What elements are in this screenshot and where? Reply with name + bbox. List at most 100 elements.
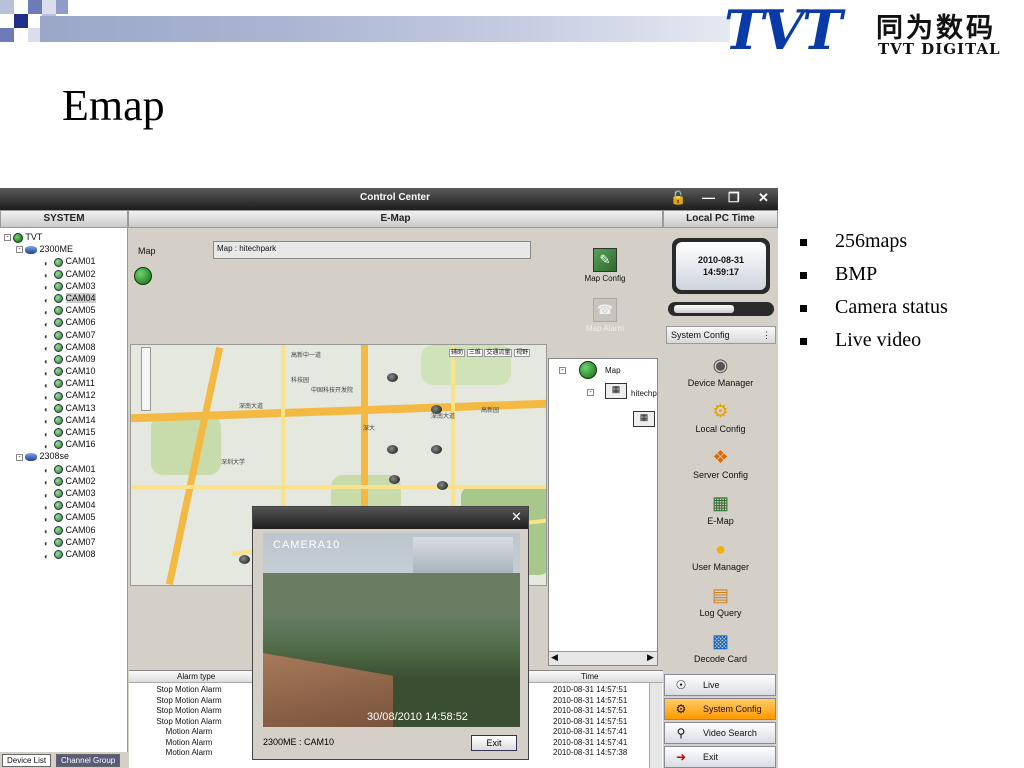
tree-camera[interactable]: ◐ CAM07 [4, 536, 126, 549]
tab-device-list[interactable]: Device List [2, 754, 52, 767]
tree-camera[interactable]: ◐ CAM16 [4, 438, 126, 451]
map-camera-icon[interactable] [431, 405, 442, 414]
alarm-col-time[interactable]: Time [581, 671, 598, 682]
tree-camera[interactable]: ◐ CAM13 [4, 402, 126, 415]
map-camera-icon[interactable] [431, 445, 442, 454]
tree-camera[interactable]: ◐ CAM08 [4, 548, 126, 561]
camera-status-icon: ◐ [44, 271, 49, 281]
expand-icon[interactable]: - [559, 367, 566, 374]
tree-camera[interactable]: ◐ CAM05 [4, 304, 126, 317]
map-tool-button[interactable]: 辅助 [449, 349, 466, 357]
tree-camera[interactable]: ◐ CAM03 [4, 487, 126, 500]
map-config-icon: ✎ [593, 248, 617, 272]
camera-status-icon: ◐ [44, 527, 49, 537]
tree-camera[interactable]: ◐ CAM15 [4, 426, 126, 439]
tree-camera[interactable]: ◐ CAM12 [4, 389, 126, 403]
menu-user-manager[interactable]: ● User Manager [663, 538, 778, 572]
nav-live-button[interactable]: ☉ Live [664, 674, 776, 696]
tree-device[interactable]: - 2300ME [4, 243, 126, 255]
map-camera-icon[interactable] [389, 475, 400, 484]
camera-online-icon [54, 489, 63, 499]
camera-online-icon [54, 330, 63, 340]
tree-camera[interactable]: ◐ CAM01 [4, 255, 126, 268]
camera-online-icon [54, 318, 63, 328]
minimize-icon[interactable]: — [702, 190, 715, 205]
left-panel-tabs: Device List Channel Group [0, 754, 128, 768]
tree-camera[interactable]: ◐ CAM03 [4, 280, 126, 293]
logo-subtitle: TVT DIGITAL [878, 40, 1001, 58]
map-camera-icon[interactable] [387, 373, 398, 382]
restore-icon[interactable]: ❐ [728, 190, 740, 206]
map-alarm-button[interactable]: ☎ Map Alarm [580, 298, 630, 333]
tree-device[interactable]: - 2308se [4, 450, 126, 462]
tree-root[interactable]: - TVT [4, 231, 126, 243]
nav-video-search-button[interactable]: ⚲ Video Search [664, 722, 776, 744]
map-tool-button[interactable]: 视野 [514, 349, 531, 357]
tree-camera[interactable]: ◐ CAM04 [4, 499, 126, 512]
tree-camera[interactable]: ◐ CAM01 [4, 463, 126, 476]
camera-status-icon: ◐ [44, 307, 49, 317]
camera-online-icon [54, 306, 63, 316]
lock-icon[interactable]: 🔓 [670, 190, 686, 206]
map-camera-icon[interactable] [387, 445, 398, 454]
map-globe-icon[interactable] [134, 267, 152, 285]
tree-camera[interactable]: ◐ CAM09 [4, 353, 126, 366]
camera-online-icon [54, 464, 63, 474]
video-timestamp-overlay: 30/08/2010 14:58:52 [367, 711, 468, 723]
map-tool-button[interactable]: 交通流量 [484, 349, 513, 357]
tree-camera[interactable]: ◐ CAM02 [4, 475, 126, 488]
map-tree-child[interactable]: hitechp [631, 389, 657, 398]
tree-camera[interactable]: ◐ CAM02 [4, 268, 126, 281]
menu-device-manager[interactable]: ◉ Device Manager [663, 354, 778, 388]
nav-exit-button[interactable]: ➜ Exit [664, 746, 776, 768]
camera-online-icon [54, 391, 63, 401]
video-feed[interactable]: CAMERA10 30/08/2010 14:58:52 [263, 533, 520, 727]
map-name-field[interactable]: Map : hitechpark [213, 241, 531, 259]
tree-camera[interactable]: ◐ CAM07 [4, 329, 126, 342]
close-icon[interactable]: ✕ [511, 509, 522, 525]
camera-online-icon [54, 342, 63, 352]
vertical-scrollbar[interactable] [649, 683, 662, 768]
tree-camera[interactable]: ◐ CAM04 [4, 292, 126, 305]
slide-title: Emap [62, 81, 165, 130]
map-street-label: 深南大道 [239, 404, 264, 410]
tree-camera[interactable]: ◐ CAM08 [4, 341, 126, 354]
tree-camera[interactable]: ◐ CAM10 [4, 365, 126, 378]
camera-status-icon: ◐ [44, 478, 49, 488]
exit-button[interactable]: Exit [471, 735, 517, 751]
camera-online-icon [54, 440, 63, 450]
expand-icon[interactable]: - [587, 389, 594, 396]
menu-server-config[interactable]: ❖ Server Config [663, 446, 778, 480]
menu-local-config[interactable]: ⚙ Local Config [663, 400, 778, 434]
decode-card-icon: ▩ [711, 631, 729, 651]
tree-camera[interactable]: ◐ CAM11 [4, 377, 126, 390]
alarm-col-type[interactable]: Alarm type [177, 671, 215, 682]
camera-online-icon [54, 501, 63, 511]
tree-camera[interactable]: ◐ CAM06 [4, 316, 126, 329]
map-config-button[interactable]: ✎ Map Config [580, 248, 630, 283]
camera-status-icon: ◐ [44, 344, 49, 354]
map-zoom-slider[interactable] [141, 347, 151, 411]
tree-camera[interactable]: ◐ CAM05 [4, 511, 126, 524]
map-thumbnail-icon: ▦ [605, 383, 627, 399]
map-place-label: 高新园 [481, 408, 500, 414]
horizontal-scrollbar[interactable]: ◀ ▶ [549, 651, 657, 665]
menu-e-map[interactable]: ▦ E-Map [663, 492, 778, 526]
menu-log-query[interactable]: ▤ Log Query [663, 584, 778, 618]
camera-status-icon: ◐ [44, 393, 49, 403]
map-tool-button[interactable]: 三维 [466, 349, 483, 357]
tree-camera[interactable]: ◐ CAM06 [4, 524, 126, 537]
map-tree-root[interactable]: Map [605, 366, 621, 375]
gear-icon: ⚙ [712, 401, 729, 421]
menu-decode-card[interactable]: ▩ Decode Card [663, 630, 778, 664]
tree-camera[interactable]: ◐ CAM14 [4, 414, 126, 427]
close-icon[interactable]: ✕ [758, 190, 769, 206]
status-bar-fill [674, 305, 734, 313]
bullet-list: 256maps BMP Camera status Live video [800, 230, 1020, 362]
map-camera-icon[interactable] [239, 555, 250, 564]
window-title: Control Center [360, 192, 430, 203]
map-camera-icon[interactable] [437, 481, 448, 490]
tab-channel-group[interactable]: Channel Group [56, 754, 121, 767]
nav-system-config-button[interactable]: ⚙ System Config [664, 698, 776, 720]
clock-display: 2010-08-31 14:59:17 [672, 238, 770, 294]
